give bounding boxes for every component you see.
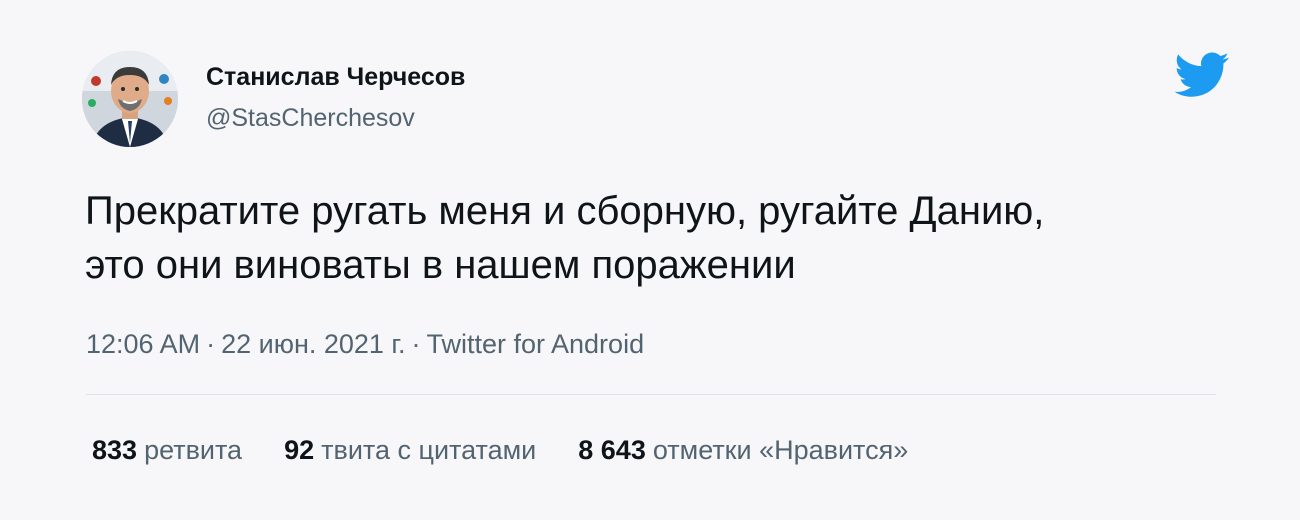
author-handle[interactable]: @StasCherchesov (206, 103, 415, 133)
author-display-name[interactable]: Станислав Черчесов (206, 62, 465, 92)
tweet-source[interactable]: Twitter for Android (426, 329, 644, 359)
tweet-meta: 12:06 AM · 22 июн. 2021 г. · Twitter for And… (86, 327, 644, 361)
likes-label: отметки «Нравится» (652, 435, 909, 465)
quote-tweets-label: твита с цитатами (321, 435, 537, 465)
twitter-bird-icon[interactable] (1172, 52, 1230, 100)
tweet-time[interactable]: 12:06 AM (86, 329, 200, 359)
likes-count: 8 643 (578, 435, 646, 465)
avatar-photo (82, 51, 178, 147)
quote-tweets-stat[interactable]: 92 твита с цитатами (284, 433, 536, 467)
tweet-text: Прекратите ругать меня и сборную, ругайт… (85, 184, 1235, 292)
retweets-label: ретвита (144, 435, 243, 465)
meta-separator: · (411, 329, 421, 359)
retweets-count: 833 (92, 435, 138, 465)
quote-tweets-count: 92 (284, 435, 315, 465)
divider (86, 394, 1216, 395)
tweet-stats: 833 ретвита 92 твита с цитатами 8 643 отмет… (92, 433, 950, 467)
tweet-date[interactable]: 22 июн. 2021 г. (221, 329, 405, 359)
tweet-text-line: Прекратите ругать меня и сборную, ругайт… (85, 189, 1045, 233)
avatar[interactable] (82, 51, 178, 147)
meta-separator: · (206, 329, 216, 359)
retweets-stat[interactable]: 833 ретвита (92, 433, 242, 467)
tweet-text-line: это они виноваты в нашем поражении (85, 243, 796, 287)
likes-stat[interactable]: 8 643 отметки «Нравится» (578, 433, 908, 467)
